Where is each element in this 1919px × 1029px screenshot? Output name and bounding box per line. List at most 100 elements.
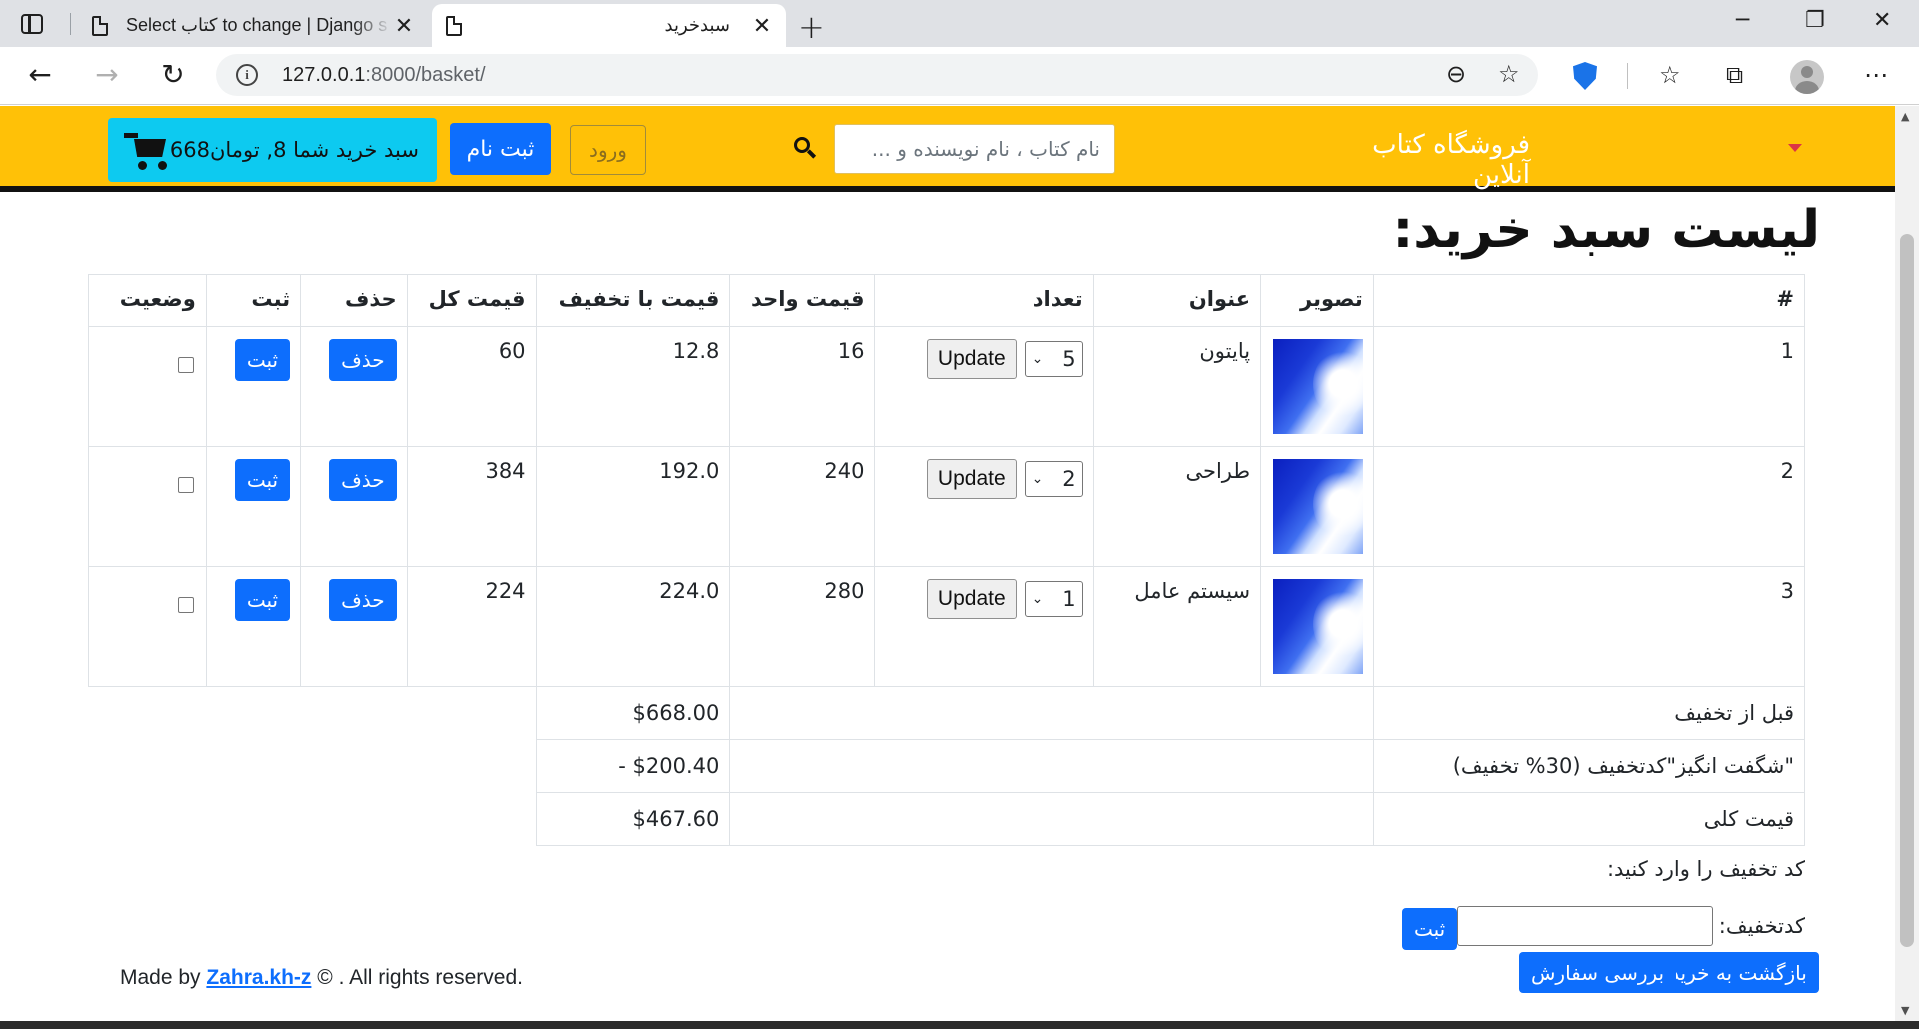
row-submit-cell: ثبت <box>205 566 302 687</box>
taskbar-strip <box>0 1021 1919 1029</box>
summary-spacer <box>729 792 1374 846</box>
quantity-select[interactable]: ⌄ 2 <box>1024 461 1083 497</box>
summary-label: "شگفت انگیز"کدتخفیف (30% تخفیف) <box>1372 739 1806 793</box>
chevron-down-icon: ⌄ <box>1031 351 1044 367</box>
delete-button[interactable]: حذف <box>329 339 397 381</box>
close-tab-icon[interactable]: ✕ <box>750 13 774 39</box>
favorites-icon[interactable]: ☆ <box>1659 61 1681 89</box>
minimize-icon[interactable]: ─ <box>1736 8 1749 33</box>
scroll-up-arrow-icon[interactable]: ▲ <box>1901 110 1909 123</box>
table-row: 1 پایتون ⌄ 5 Update 16 12.8 60 حذف ثبت <box>88 326 1806 447</box>
url-host: 127.0.0.1 <box>282 64 366 86</box>
search-icon[interactable] <box>790 134 820 164</box>
footer-prefix: Made by <box>120 966 207 989</box>
restore-icon[interactable]: ❐ <box>1805 8 1825 33</box>
book-cover-image[interactable] <box>1272 459 1363 554</box>
quantity-select[interactable]: ⌄ 1 <box>1024 581 1083 617</box>
summary-spacer <box>729 686 1374 740</box>
coupon-input[interactable] <box>1456 906 1713 946</box>
update-button[interactable]: Update <box>926 339 1017 379</box>
apply-coupon-button[interactable]: ثبت <box>1402 908 1458 950</box>
row-unit-price: 16 <box>729 326 876 447</box>
site-brand[interactable]: فروشگاه کتاب آنلاین <box>1310 130 1530 190</box>
back-to-shop-button[interactable]: بازگشت به خرید <box>1658 952 1819 993</box>
basket-summary-text: سبد خرید شما 8, تومان668 <box>169 138 419 162</box>
coupon-field-label: کدتخفیف: <box>1718 914 1805 938</box>
dropdown-caret-icon[interactable] <box>1788 144 1802 152</box>
basket-table: # تصویر عنوان تعداد قیمت واحد قیمت با تخ… <box>88 274 1806 846</box>
row-title: سیستم عامل <box>1092 566 1262 687</box>
scroll-down-arrow-icon[interactable]: ▼ <box>1901 1004 1909 1017</box>
close-window-icon[interactable]: ✕ <box>1873 8 1891 33</box>
page-viewport: فروشگاه کتاب آنلاین ورود ثبت نام سبد خری… <box>0 106 1895 1021</box>
chevron-down-icon: ⌄ <box>1031 591 1044 607</box>
address-bar[interactable]: i 127.0.0.1:8000/basket/ ⊖ ☆ <box>216 54 1538 96</box>
page-icon <box>92 15 108 36</box>
update-button[interactable]: Update <box>926 579 1017 619</box>
delete-button[interactable]: حذف <box>329 459 397 501</box>
row-status-cell <box>88 566 207 687</box>
book-cover-image[interactable] <box>1272 579 1363 674</box>
row-submit-cell: ثبت <box>205 446 302 567</box>
tab-basket[interactable]: سبدخرید ✕ <box>432 4 786 47</box>
author-link[interactable]: Zahra.kh-z <box>206 966 311 989</box>
tab-separator <box>70 13 71 35</box>
page-title: لیست سبد خرید: <box>1392 200 1820 260</box>
delete-button[interactable]: حذف <box>329 579 397 621</box>
row-discounted-price: 192.0 <box>535 446 731 567</box>
submit-item-button[interactable]: ثبت <box>234 459 291 501</box>
site-navbar: فروشگاه کتاب آنلاین ورود ثبت نام سبد خری… <box>0 106 1895 192</box>
browser-extension-shield-icon[interactable] <box>1573 62 1597 90</box>
coupon-prompt: کد تخفیف را وارد کنید: <box>1606 857 1805 881</box>
shopping-cart-icon <box>124 131 172 171</box>
search-input[interactable] <box>834 124 1115 174</box>
profile-avatar[interactable] <box>1790 60 1824 94</box>
col-header-delete: حذف <box>300 274 408 327</box>
collections-icon[interactable]: ⧉ <box>1726 61 1743 89</box>
site-info-icon[interactable]: i <box>236 64 258 86</box>
review-order-button[interactable]: بررسی سفارش <box>1519 952 1677 993</box>
refresh-icon[interactable]: ↻ <box>155 57 191 93</box>
row-status-cell <box>88 446 207 567</box>
submit-item-button[interactable]: ثبت <box>234 339 291 381</box>
url-path: :8000/basket/ <box>365 64 486 86</box>
summary-label: قبل از تخفیف <box>1372 686 1806 740</box>
tab-django-admin[interactable]: Select کتاب to change | Django s ✕ <box>78 4 428 47</box>
coupon-form: کدتخفیف: <box>1300 906 1805 946</box>
quantity-select[interactable]: ⌄ 5 <box>1024 341 1083 377</box>
row-title: طراحی <box>1092 446 1262 567</box>
back-icon[interactable]: ← <box>22 57 58 93</box>
more-menu-icon[interactable]: ⋯ <box>1864 61 1888 89</box>
submit-item-button[interactable]: ثبت <box>234 579 291 621</box>
register-button[interactable]: ثبت نام <box>450 123 551 175</box>
url-text[interactable]: 127.0.0.1:8000/basket/ <box>282 64 486 87</box>
row-image-cell <box>1260 566 1374 687</box>
book-cover-image[interactable] <box>1272 339 1363 434</box>
row-index: 3 <box>1372 566 1806 687</box>
summary-value: $467.60 <box>535 792 731 846</box>
row-unit-price: 240 <box>729 446 876 567</box>
zoom-out-icon[interactable]: ⊖ <box>1446 60 1466 88</box>
status-checkbox[interactable] <box>177 597 194 613</box>
basket-button[interactable]: سبد خرید شما 8, تومان668 <box>108 118 437 182</box>
status-checkbox[interactable] <box>177 477 194 493</box>
col-header-index: # <box>1372 274 1806 327</box>
update-button[interactable]: Update <box>926 459 1017 499</box>
toolbar-separator <box>1627 63 1628 89</box>
row-total: 384 <box>406 446 537 567</box>
add-favorite-icon[interactable]: ☆ <box>1498 60 1520 88</box>
table-header-row: # تصویر عنوان تعداد قیمت واحد قیمت با تخ… <box>88 274 1806 327</box>
col-header-discounted-price: قیمت با تخفیف <box>535 274 731 327</box>
scrollbar-thumb[interactable] <box>1900 234 1914 947</box>
forward-icon[interactable]: → <box>89 57 125 93</box>
sidebar-toggle-icon[interactable] <box>18 10 46 38</box>
summary-row-total: قیمت کلی $467.60 <box>89 792 1806 846</box>
row-image-cell <box>1260 326 1374 447</box>
login-button[interactable]: ورود <box>570 125 646 175</box>
summary-row-discount: "شگفت انگیز"کدتخفیف (30% تخفیف) - $200.4… <box>89 739 1806 793</box>
summary-empty <box>89 740 537 793</box>
close-tab-icon[interactable]: ✕ <box>392 13 416 39</box>
new-tab-icon[interactable]: + <box>798 8 825 46</box>
status-checkbox[interactable] <box>177 357 194 373</box>
page-scrollbar[interactable]: ▲ ▼ <box>1895 106 1919 1021</box>
